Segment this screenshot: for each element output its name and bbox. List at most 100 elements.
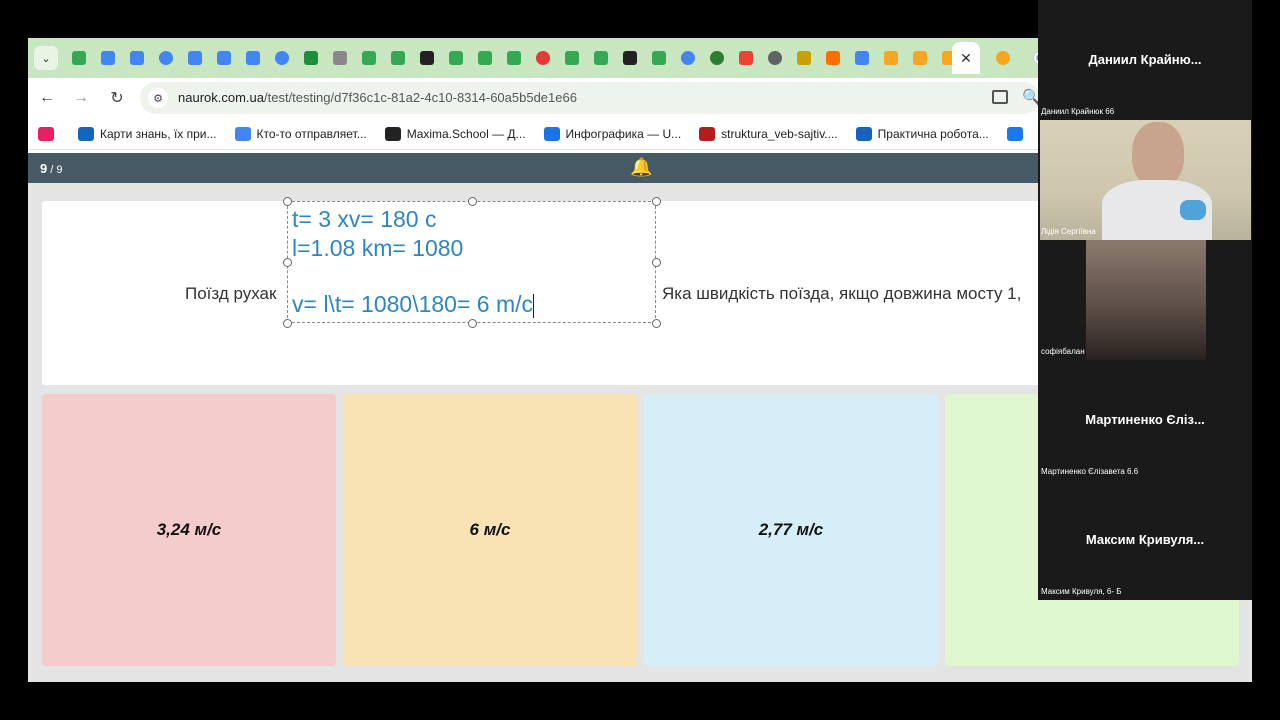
reload-icon[interactable]: ↻ [106, 87, 128, 109]
site-info-icon[interactable]: ⚙ [148, 88, 168, 108]
google-drive-icon[interactable] [644, 48, 673, 68]
bookmark-item[interactable]: struktura_veb-sajtiv.... [699, 126, 838, 141]
participant-label: Даниил Крайнюк 66 [1041, 107, 1115, 116]
resize-handle[interactable] [652, 319, 661, 328]
bookmark-item[interactable]: Maxima.School — Д... [384, 126, 526, 141]
resize-handle[interactable] [652, 197, 661, 206]
maxima-icon [384, 126, 401, 141]
formula-line-1: t= 3 xv= 180 c [292, 206, 437, 232]
bookmark-item[interactable]: Кто-то отправляет... [234, 126, 367, 141]
bookmark-item[interactable]: Карти знань, їх при... [78, 126, 217, 141]
participant-tile[interactable]: Даниил Крайню... Даниил Крайнюк 66 [1038, 0, 1252, 120]
participant-tile[interactable]: Мартиненко Єліз... Мартиненко Єлізавета … [1038, 360, 1252, 480]
docs-circle-icon[interactable] [267, 48, 296, 68]
participant-label: Максим Кривуля, 6- Б [1041, 587, 1122, 596]
dna-icon [38, 126, 54, 141]
forward-icon[interactable]: → [70, 87, 92, 109]
green-plus-icon[interactable] [296, 48, 325, 68]
globe-icon[interactable] [760, 48, 789, 68]
tab-search-button[interactable]: ⌄ [34, 46, 58, 70]
answer-option-1[interactable]: 3,24 м/с [42, 394, 336, 666]
resize-handle[interactable] [468, 319, 477, 328]
bookmark-label: Инфографика — U... [565, 126, 682, 141]
back-icon[interactable]: ← [36, 87, 58, 109]
participant-video [1040, 120, 1251, 240]
google-docs-icon[interactable] [93, 48, 122, 68]
google-docs-icon[interactable] [209, 48, 238, 68]
google-drive-icon[interactable] [441, 48, 470, 68]
answer-option-3[interactable]: 2,77 м/с [644, 394, 938, 666]
participant-tile[interactable]: Лідія Сергіївна [1038, 120, 1252, 240]
flag-icon [78, 126, 94, 141]
resize-handle[interactable] [283, 319, 292, 328]
google-drive-icon[interactable] [586, 48, 615, 68]
resize-handle[interactable] [652, 258, 661, 267]
annotation-textbox[interactable]: t= 3 xv= 180 c l=1.08 km= 1080 v= l\t= 1… [283, 197, 661, 328]
grid-icon[interactable] [818, 48, 847, 68]
google-drive-icon[interactable] [64, 48, 93, 68]
bookmark-item[interactable]: Инфографика — U... [543, 126, 682, 141]
answer-text: 6 м/с [469, 520, 511, 539]
google-drive-icon[interactable] [557, 48, 586, 68]
bookmark-label: Maxima.School — Д... [406, 126, 526, 141]
google-g-icon [234, 126, 251, 141]
url-path: /test/testing/d7f36c1c-81a2-4c10-8314-60… [264, 90, 577, 105]
question-text-end: Яка швидкість поїзда, якщо довжина мосту… [662, 284, 1022, 303]
question-counter: 9 / 9 [40, 161, 63, 176]
bookmark-item[interactable]: Практична робота... [855, 126, 989, 141]
d-letter-icon[interactable] [615, 48, 644, 68]
bookmark-item[interactable] [38, 126, 60, 141]
red-circle-icon[interactable] [528, 48, 557, 68]
google-g-icon[interactable] [847, 48, 876, 68]
question-text-start: Поїзд рухак [185, 284, 277, 303]
google-drive-icon[interactable] [383, 48, 412, 68]
close-tab-icon[interactable]: ✕ [960, 50, 972, 67]
active-tab[interactable]: ✕ [952, 42, 980, 74]
bookmark-label: Кто-то отправляет... [256, 126, 367, 141]
docs-circle-icon[interactable] [673, 48, 702, 68]
bookmark-label: Практична робота... [877, 126, 989, 141]
bookmark-label: Карти знань, їх при... [100, 126, 217, 141]
tab-list [64, 48, 963, 68]
participant-tile[interactable]: Максим Кривуля... Максим Кривуля, 6- Б [1038, 480, 1252, 600]
badge-icon[interactable] [789, 48, 818, 68]
pdf-icon [699, 126, 716, 141]
window-icon [855, 126, 872, 141]
text-caret [533, 293, 535, 318]
resize-handle[interactable] [283, 258, 292, 267]
formula-line-3-text: v= l\t= 1080\180= 6 m/c [292, 291, 534, 317]
google-drive-icon[interactable] [470, 48, 499, 68]
google-docs-icon[interactable] [238, 48, 267, 68]
printer-icon[interactable] [325, 48, 354, 68]
participant-name: Мартиненко Єліз... [1085, 412, 1205, 427]
d-letter-icon[interactable] [412, 48, 441, 68]
gmail-icon[interactable] [731, 48, 760, 68]
participant-name: Максим Кривуля... [1085, 532, 1205, 547]
answer-text: 2,77 м/с [758, 520, 824, 539]
address-bar[interactable]: ⚙ naurok.com.ua/test/testing/d7f36c1c-81… [140, 82, 1040, 114]
participant-tile[interactable]: софіябалан [1038, 240, 1252, 360]
bell-tab-icon[interactable] [905, 48, 934, 68]
docs-circle-icon[interactable] [151, 48, 180, 68]
video-call-panel: Даниил Крайню... Даниил Крайнюк 66 Лідія… [1038, 0, 1252, 600]
resize-handle[interactable] [283, 197, 292, 206]
resize-handle[interactable] [468, 197, 477, 206]
google-drive-icon[interactable] [354, 48, 383, 68]
bell-icon[interactable]: 🔔 [630, 157, 652, 178]
chrome-icon [543, 126, 560, 141]
url-text[interactable]: naurok.com.ua/test/testing/d7f36c1c-81a2… [178, 90, 577, 105]
answer-option-2[interactable]: 6 м/с [343, 394, 637, 666]
formula-line-2: l=1.08 km= 1080 [292, 235, 464, 261]
bookmark-item[interactable] [1006, 126, 1029, 141]
loading-icon[interactable] [702, 48, 731, 68]
google-docs-icon[interactable] [180, 48, 209, 68]
url-host: naurok.com.ua [178, 90, 264, 105]
participant-label: Мартиненко Єлізавета 6.6 [1041, 467, 1139, 476]
participant-label: Лідія Сергіївна [1041, 227, 1096, 236]
install-app-icon[interactable] [992, 90, 1008, 104]
bell-tab-icon[interactable] [876, 48, 905, 68]
answer-text: 3,24 м/с [156, 520, 222, 539]
sun-icon[interactable] [988, 48, 1017, 68]
google-drive-icon[interactable] [499, 48, 528, 68]
google-docs-icon[interactable] [122, 48, 151, 68]
